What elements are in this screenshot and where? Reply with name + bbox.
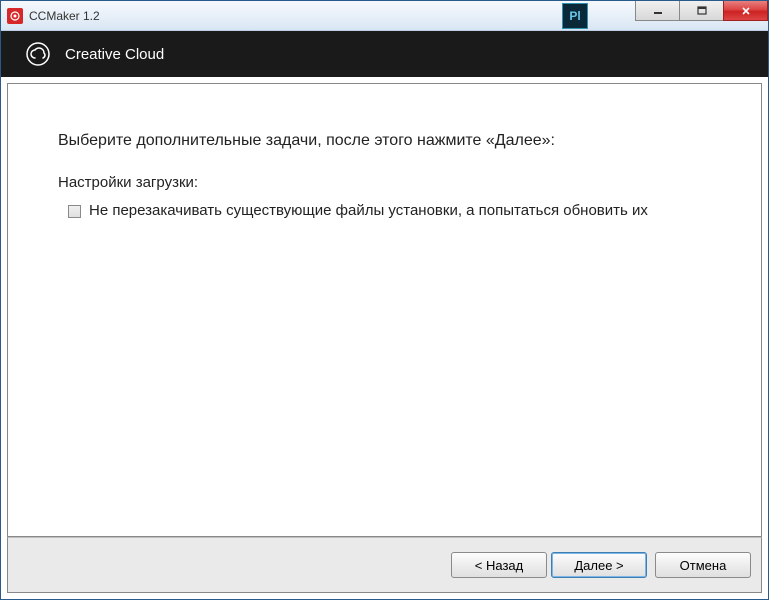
window-controls bbox=[636, 1, 768, 21]
installer-header: Creative Cloud bbox=[1, 31, 768, 77]
cancel-button[interactable]: Отмена bbox=[655, 552, 751, 578]
app-icon bbox=[7, 8, 23, 24]
maximize-button[interactable] bbox=[679, 1, 724, 21]
instruction-text: Выберите дополнительные задачи, после эт… bbox=[58, 132, 711, 150]
checkbox-label[interactable]: Не перезакачивать существующие файлы уст… bbox=[89, 201, 648, 221]
back-button[interactable]: < Назад bbox=[451, 552, 547, 578]
background-app-icon: Pl bbox=[562, 3, 588, 29]
next-button[interactable]: Далее > bbox=[551, 552, 647, 578]
close-button[interactable] bbox=[723, 1, 768, 21]
content-area: Выберите дополнительные задачи, после эт… bbox=[7, 83, 762, 537]
window-title: CCMaker 1.2 bbox=[29, 9, 100, 23]
section-label: Настройки загрузки: bbox=[58, 174, 711, 191]
titlebar[interactable]: CCMaker 1.2 Pl bbox=[1, 1, 768, 31]
nav-button-group: < Назад Далее > bbox=[451, 552, 647, 578]
dont-redownload-checkbox[interactable] bbox=[68, 205, 81, 218]
creative-cloud-icon bbox=[25, 41, 51, 67]
installer-window: CCMaker 1.2 Pl Creative Cloud Выберите д… bbox=[0, 0, 769, 600]
minimize-button[interactable] bbox=[635, 1, 680, 21]
header-title: Creative Cloud bbox=[65, 46, 164, 63]
footer: < Назад Далее > Отмена bbox=[7, 537, 762, 593]
checkbox-row: Не перезакачивать существующие файлы уст… bbox=[58, 201, 711, 221]
